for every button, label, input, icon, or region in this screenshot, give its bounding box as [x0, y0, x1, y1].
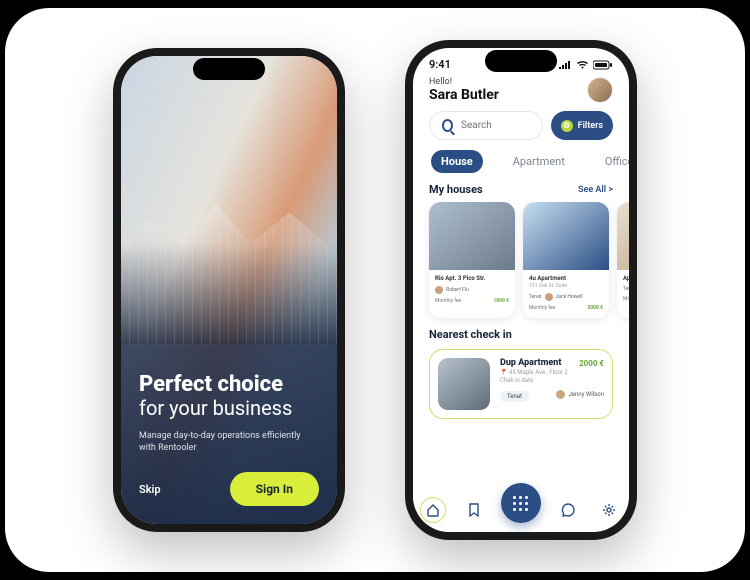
onboarding-phone: Perfect choice for your business Manage … [113, 48, 345, 532]
greeting-label: Hello! [429, 77, 499, 87]
tenant-avatar [545, 293, 553, 301]
user-name: Sara Butler [429, 87, 499, 103]
house-address: 121 Oak St. Suite [529, 283, 603, 289]
tenant-avatar [556, 390, 565, 399]
onboarding-subtext: Manage day-to-day operations efficiently… [139, 430, 319, 454]
tab-house[interactable]: House [431, 150, 483, 173]
checkin-name: Dup Apartment [500, 358, 561, 368]
tenant-name: Robert Flu [446, 287, 469, 293]
checkin-address: 45 Maple Ave., Floor 2 [509, 369, 568, 376]
dynamic-island [485, 50, 557, 72]
tenant-avatar [435, 286, 443, 294]
filters-button[interactable]: ⚙ Filters [551, 111, 613, 140]
see-all-link[interactable]: See All > [578, 185, 613, 195]
monthly-fee-label: Monthly fee [529, 305, 555, 311]
nearest-checkin-title: Nearest check in [429, 328, 512, 341]
house-thumb [617, 202, 629, 270]
my-houses-title: My houses [429, 183, 483, 196]
house-name: Apartment 4a [623, 275, 629, 282]
monthly-fee-label: Monthly fee [435, 298, 461, 304]
house-name: Rio Apt. 3 Pico Str. [435, 275, 485, 282]
nav-settings-icon[interactable] [596, 497, 622, 523]
filters-label: Filters [578, 121, 603, 131]
checkin-thumb [438, 358, 490, 410]
search-input[interactable] [429, 111, 543, 140]
house-card[interactable]: Apartment 4a Tenat Monthly fee [617, 202, 629, 318]
houses-list[interactable]: Rio Apt. 3 Pico Str. Robert Flu Monthly … [413, 202, 629, 328]
house-thumb [523, 202, 609, 270]
house-card[interactable]: 4u Apartment 121 Oak St. Suite Tenat Jack… [523, 202, 609, 318]
checkin-date-label: Chek-in date [500, 377, 604, 384]
house-name: 4u Apartment [529, 275, 566, 282]
bottom-nav [413, 488, 629, 532]
signal-icon [558, 60, 572, 69]
dashboard-phone: 9:41 Hello! Sara Butler [405, 40, 637, 540]
dynamic-island [193, 58, 265, 80]
avatar[interactable] [587, 77, 613, 103]
house-card[interactable]: Rio Apt. 3 Pico Str. Robert Flu Monthly … [429, 202, 515, 318]
tab-apartment[interactable]: Apartment [503, 150, 575, 173]
headline-bold: Perfect choice [139, 372, 319, 397]
nearest-checkin-card[interactable]: Dup Apartment 2000 € 📍 45 Maple Ave., Fl… [429, 349, 613, 419]
price: 1890 € [493, 298, 509, 304]
filters-icon: ⚙ [561, 120, 573, 132]
skip-button[interactable]: Skip [139, 483, 161, 496]
nav-home-icon[interactable] [420, 497, 446, 523]
price: 2000 € [587, 305, 603, 311]
checkin-price: 2000 € [579, 359, 604, 368]
search-field[interactable] [461, 120, 530, 131]
sign-in-button[interactable]: Sign In [230, 472, 319, 506]
nav-chat-icon[interactable] [555, 497, 581, 523]
tenant-label: Tenat [623, 286, 629, 292]
tenant-name: Jack Howell [556, 294, 583, 300]
house-thumb [429, 202, 515, 270]
tab-office[interactable]: Office [595, 150, 629, 173]
checkin-tenant-chip: Tenat [500, 391, 529, 402]
nav-fab-button[interactable] [501, 483, 541, 523]
headline-light: for your business [139, 396, 319, 420]
search-icon [442, 119, 453, 132]
checkin-tenant-name: Jenny Wilson [568, 391, 604, 398]
nav-bookmark-icon[interactable] [461, 497, 487, 523]
status-time: 9:41 [429, 58, 451, 71]
tenant-label: Tenat [529, 294, 542, 300]
grid-icon [513, 496, 528, 511]
monthly-fee-label: Monthly fee [623, 296, 629, 302]
wifi-icon [576, 60, 589, 69]
battery-icon [593, 60, 613, 70]
